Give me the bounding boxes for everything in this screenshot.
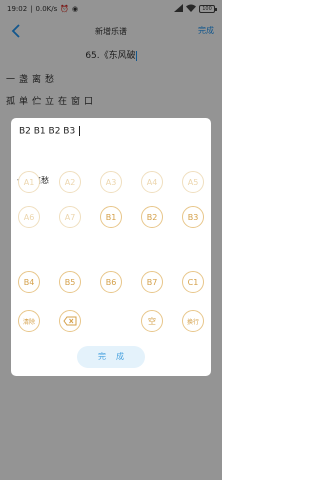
notes-input-value: B2 B1 B2 B3 — [19, 126, 79, 137]
key-a5[interactable]: A5 — [182, 171, 204, 193]
backspace-button[interactable] — [59, 310, 81, 332]
key-a7[interactable]: A7 — [59, 206, 81, 228]
notes-input[interactable]: B2 B1 B2 B3 — [19, 126, 81, 137]
key-a4[interactable]: A4 — [141, 171, 163, 193]
key-a3[interactable]: A3 — [100, 171, 122, 193]
key-c1[interactable]: C1 — [182, 271, 204, 293]
key-b4[interactable]: B4 — [18, 271, 40, 293]
key-b3[interactable]: B3 — [182, 206, 204, 228]
key-a1[interactable]: A1 — [18, 171, 40, 193]
key-b1[interactable]: B1 — [100, 206, 122, 228]
dialog-done-button[interactable]: 完成 — [77, 346, 145, 368]
key-b6[interactable]: B6 — [100, 271, 122, 293]
key-b5[interactable]: B5 — [59, 271, 81, 293]
backspace-icon — [63, 316, 77, 326]
key-a2[interactable]: A2 — [59, 171, 81, 193]
key-b7[interactable]: B7 — [141, 271, 163, 293]
notes-input-dialog: B2 B1 B2 B3 一盏离愁 A1 A2 A3 A4 A5 A6 A7 B1… — [11, 118, 211, 376]
space-button[interactable]: 空 — [141, 310, 163, 332]
clear-button[interactable]: 清除 — [18, 310, 40, 332]
key-a6[interactable]: A6 — [18, 206, 40, 228]
key-b2[interactable]: B2 — [141, 206, 163, 228]
input-caret — [79, 126, 81, 136]
newline-button[interactable]: 换行 — [182, 310, 204, 332]
